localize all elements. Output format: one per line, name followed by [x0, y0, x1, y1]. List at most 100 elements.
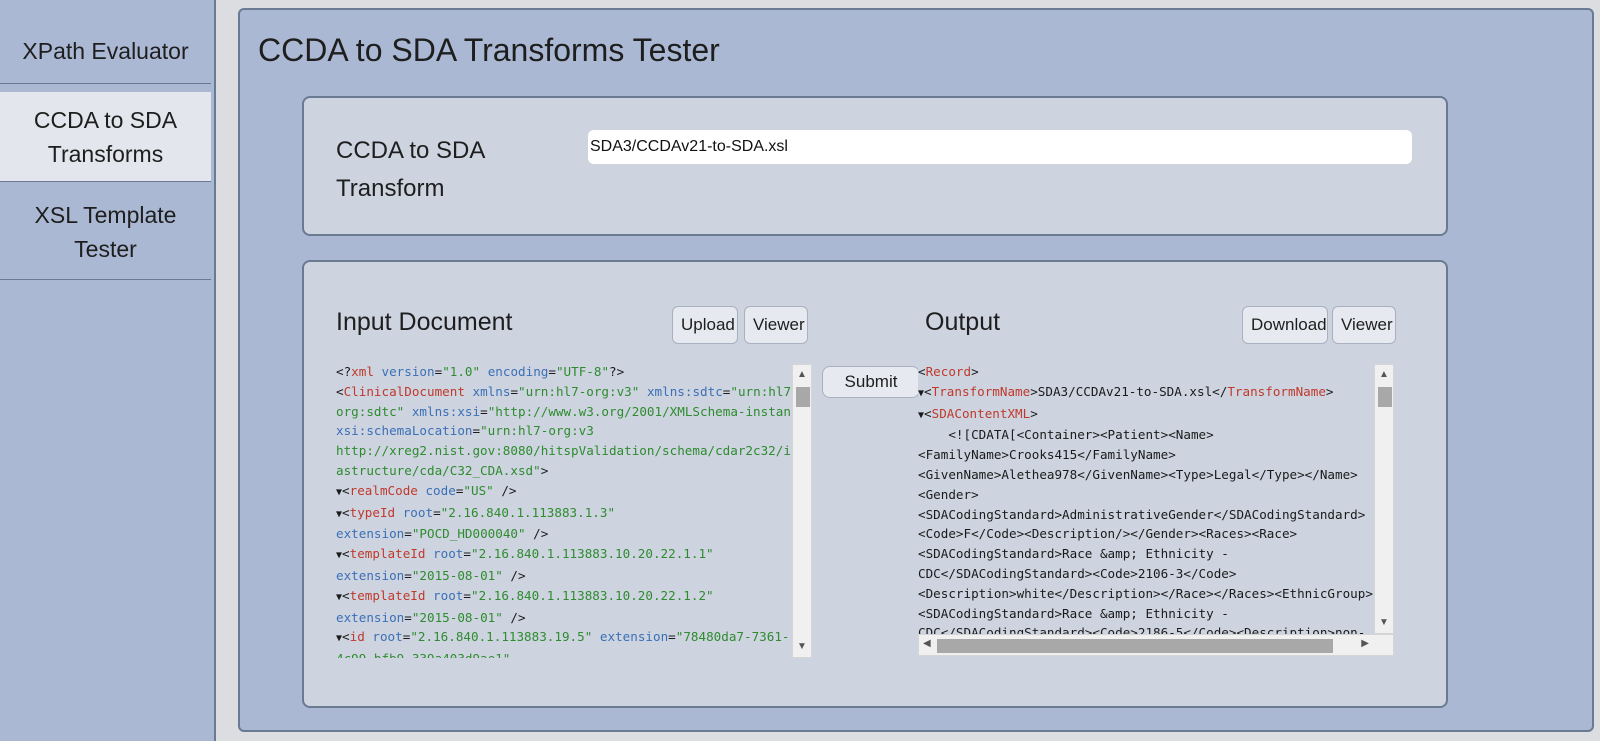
- code-token: org:sdtc": [336, 403, 405, 419]
- code-token: <SDACodingStandard>AdministrativeGender<…: [918, 506, 1366, 522]
- code-token: =: [463, 546, 471, 562]
- code-token: />: [502, 609, 526, 625]
- input-document-editor[interactable]: <?xml version="1.0" encoding="UTF-8"?> <C…: [336, 362, 794, 658]
- input-code-line: ▼<realmCode code="US" />: [336, 481, 794, 503]
- code-token: extension: [336, 609, 405, 625]
- scroll-down-icon[interactable]: ▼: [1375, 616, 1393, 630]
- code-token: Record: [925, 364, 972, 379]
- output-horizontal-scrollbar[interactable]: ◀ ▶: [918, 634, 1394, 656]
- code-token: =: [548, 364, 556, 379]
- main-panel: CCDA to SDA Transforms Tester CCDA to SD…: [238, 8, 1594, 732]
- output-code-line: CDC</SDACodingStandard><Code>2106-3</Cod…: [918, 564, 1374, 584]
- code-token: <: [342, 587, 350, 603]
- sidebar: XPath Evaluator CCDA to SDA Transforms X…: [0, 0, 216, 741]
- code-token: <SDACodingStandard>Race &amp; Ethnicity …: [918, 546, 1229, 562]
- scroll-right-icon[interactable]: ▶: [1361, 638, 1369, 649]
- code-token: http://xreg2.nist.gov:8080/hitspValidati…: [336, 443, 794, 459]
- input-code-line: ▼<id root="2.16.840.1.113883.19.5" exten…: [336, 627, 794, 649]
- code-token: <: [336, 383, 344, 399]
- code-token: <: [918, 364, 926, 379]
- code-token: realmCode: [349, 482, 418, 498]
- output-code-line: <Gender>: [918, 485, 1374, 505]
- code-token: =: [404, 567, 412, 583]
- scroll-up-icon[interactable]: ▲: [1375, 368, 1393, 382]
- sidebar-item-label: XSL Template Tester: [34, 201, 177, 262]
- upload-button[interactable]: Upload: [672, 306, 738, 344]
- output-code-line: <FamilyName>Crooks415</FamilyName>: [918, 445, 1374, 465]
- input-code-line: <?xml version="1.0" encoding="UTF-8"?>: [336, 362, 794, 382]
- output-code-line: <SDACodingStandard>AdministrativeGender<…: [918, 505, 1374, 525]
- code-token: ?>: [609, 364, 625, 379]
- code-token: "urn:hl7-org:v3: [480, 423, 594, 439]
- code-token: SDAContentXML: [931, 405, 1031, 421]
- transform-card: CCDA to SDA Transform: [302, 96, 1448, 236]
- code-token: xmlns: [472, 383, 511, 399]
- code-token: xml: [351, 364, 374, 379]
- input-code-line: <ClinicalDocument xmlns="urn:hl7-org:v3"…: [336, 382, 794, 402]
- output-code-line: <Record>: [918, 362, 1374, 382]
- code-token: "2.16.840.1.113883.19.5": [410, 629, 593, 645]
- input-code-line: http://xreg2.nist.gov:8080/hitspValidati…: [336, 441, 794, 461]
- code-token: templateId: [349, 587, 426, 603]
- code-token: <GivenName>Alethea978</GivenName><Type>L…: [918, 466, 1358, 482]
- sidebar-item-xpath-evaluator[interactable]: XPath Evaluator: [0, 18, 211, 84]
- code-token: <Gender>: [918, 486, 979, 502]
- code-token: <: [924, 383, 932, 399]
- code-token: encoding: [487, 364, 549, 379]
- code-token: <: [924, 405, 932, 421]
- transform-label: CCDA to SDA Transform: [336, 137, 485, 202]
- code-token: =: [433, 504, 441, 520]
- code-token: <: [342, 629, 350, 645]
- download-button[interactable]: Download: [1242, 306, 1328, 344]
- output-viewer-button[interactable]: Viewer: [1332, 306, 1396, 344]
- code-token: =: [404, 609, 412, 625]
- code-token: "urn:hl7-: [730, 383, 794, 399]
- scrollbar-thumb[interactable]: [796, 387, 810, 407]
- code-token: root: [433, 587, 464, 603]
- output-code-line: ▼<TransformName>SDA3/CCDAv21-to-SDA.xsl<…: [918, 382, 1374, 404]
- scrollbar-thumb[interactable]: [937, 639, 1333, 653]
- code-token: version: [381, 364, 435, 379]
- output-document-viewer[interactable]: <Record> ▼<TransformName>SDA3/CCDAv21-to-…: [918, 362, 1374, 658]
- code-token: =: [668, 629, 676, 645]
- scroll-down-icon[interactable]: ▼: [793, 640, 811, 654]
- code-token: >: [1325, 383, 1334, 399]
- code-token: root: [372, 629, 403, 645]
- scrollbar-thumb[interactable]: [1378, 387, 1392, 407]
- output-scrollbar[interactable]: ▲ ▼: [1374, 364, 1394, 634]
- sidebar-item-xsl-template-tester[interactable]: XSL Template Tester: [0, 184, 211, 280]
- transform-input[interactable]: [588, 130, 1412, 164]
- code-token: "2015-08-01": [411, 567, 503, 583]
- output-code-line: <![CDATA[<Container><Patient><Name>: [918, 425, 1374, 445]
- sidebar-item-ccda-to-sda-transforms[interactable]: CCDA to SDA Transforms: [0, 92, 211, 182]
- code-token: "2.16.840.1.113883.1.3": [440, 504, 616, 520]
- input-code-line: extension="2015-08-01" />: [336, 608, 794, 628]
- code-token: TransformName: [931, 383, 1031, 399]
- output-code-line: <SDACodingStandard>Race &amp; Ethnicity …: [918, 544, 1374, 564]
- code-token: "UTF-8": [555, 364, 610, 379]
- input-viewer-button[interactable]: Viewer: [744, 306, 808, 344]
- submit-button[interactable]: Submit: [822, 366, 920, 398]
- code-token: CDC</SDACodingStandard><Code>2106-3</Cod…: [918, 565, 1237, 581]
- scroll-up-icon[interactable]: ▲: [793, 368, 811, 382]
- input-code-line: ▼<templateId root="2.16.840.1.113883.10.…: [336, 586, 794, 608]
- code-token: extension: [599, 629, 669, 645]
- code-token: />: [525, 526, 549, 542]
- code-token: =: [404, 526, 412, 542]
- code-token: <: [342, 482, 350, 498]
- code-token: "2.16.840.1.113883.10.20.22.1.2": [470, 587, 714, 603]
- input-scrollbar[interactable]: ▲ ▼: [792, 364, 812, 658]
- code-token: code: [425, 482, 456, 498]
- code-token: >: [971, 364, 979, 379]
- input-code-line: ▼<typeId root="2.16.840.1.113883.1.3": [336, 503, 794, 525]
- input-document-title: Input Document: [336, 308, 513, 336]
- scroll-left-icon[interactable]: ◀: [923, 638, 931, 649]
- code-token: root: [402, 504, 434, 520]
